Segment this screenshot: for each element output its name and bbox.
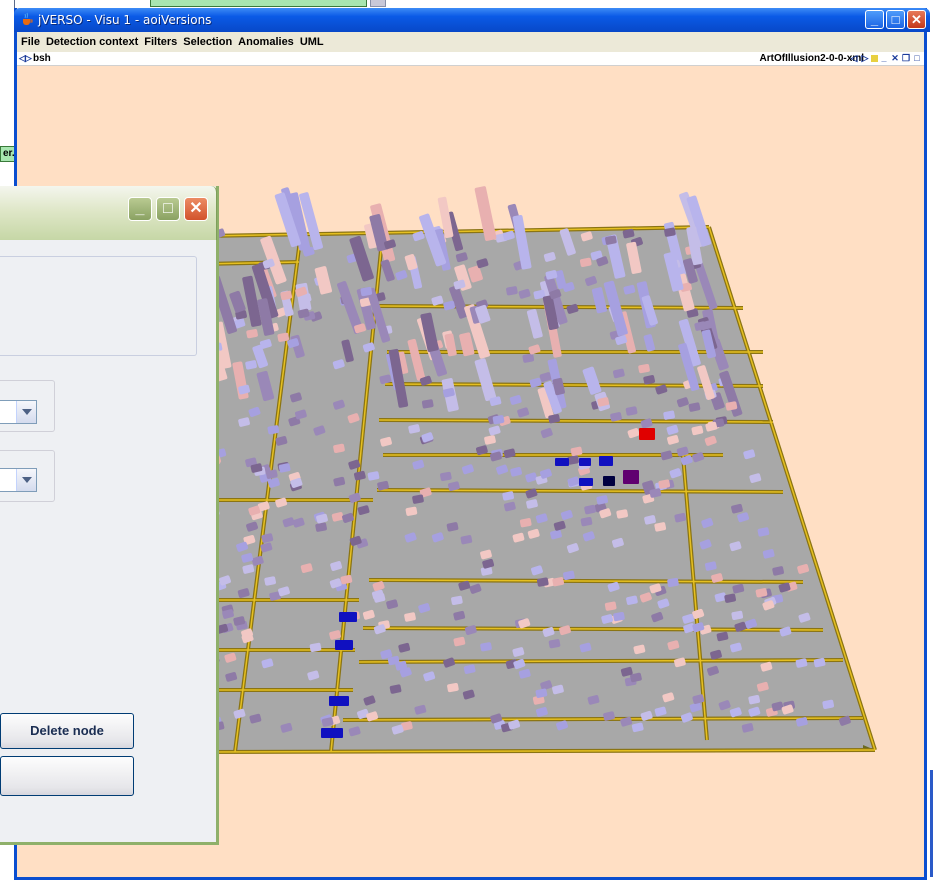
dialog-maximize-button[interactable]: □ [156,197,180,221]
close-icon: ✕ [911,12,922,27]
tab-close-icon[interactable]: ✕ [890,53,900,63]
close-icon: ✕ [189,200,203,217]
dialog-secondary-button[interactable] [0,756,134,796]
dialog-minimize-button[interactable]: _ [128,197,152,221]
menu-uml[interactable]: UML [297,32,327,52]
tab-bsh[interactable]: bsh [33,52,51,65]
background-scrollbar [370,0,386,7]
chevron-down-icon[interactable] [16,401,36,423]
highlighted-class-3 [599,456,613,466]
highlighted-class-7 [339,612,357,622]
menu-anomalies[interactable]: Anomalies [235,32,297,52]
minimize-icon: _ [870,12,879,27]
close-button[interactable]: ✕ [907,10,926,29]
minimize-button[interactable]: _ [865,10,884,29]
menu-detection-context[interactable]: Detection context [43,32,141,52]
highlighted-class-4 [579,478,593,486]
tab-next-icon[interactable]: ▷ [860,53,870,63]
highlighted-class-1 [555,458,569,466]
minimize-icon: _ [135,200,145,217]
dialog-close-button[interactable]: ✕ [184,197,208,221]
maximize-icon: □ [891,12,900,27]
java-cup-icon [23,12,33,25]
highlighted-class-2 [579,458,591,466]
highlighted-class-8 [335,640,353,650]
menu-bar: File Detection context Filters Selection Ano… [17,32,924,52]
combo-select-2[interactable] [0,468,37,492]
tab-scroll-arrows-icon[interactable]: ◁▷ [19,52,32,65]
tab-lock-icon[interactable] [871,55,878,62]
dialog-title-bar[interactable]: _ □ ✕ [0,186,217,240]
tab-restore-icon[interactable]: ❐ [901,53,911,63]
view-tab-strip: ◁▷ bsh ArtOfIllusion2-0-0-xml ◁ ▷ _ ✕ ❐ … [17,52,924,66]
menu-filters[interactable]: Filters [141,32,180,52]
delete-node-button[interactable]: Delete node [0,713,134,749]
background-window-strip [150,0,367,7]
tab-maximize-icon[interactable]: □ [912,53,922,63]
combo-select-1[interactable] [0,400,37,424]
menu-selection[interactable]: Selection [180,32,235,52]
highlighted-class-10 [321,728,343,738]
node-dialog-window: _ □ ✕ Delete node [0,186,219,845]
highlighted-class-6 [623,470,639,484]
menu-file[interactable]: File [17,32,43,52]
tab-prev-icon[interactable]: ◁ [849,53,859,63]
main-window-title: jVERSO - Visu 1 - aoiVersions [38,13,212,27]
highlighted-class-0 [639,428,655,440]
tab-minimize-icon[interactable]: _ [879,53,889,63]
maximize-button[interactable]: □ [886,10,905,29]
dialog-group-box [0,256,197,356]
chevron-down-icon[interactable] [16,469,36,491]
dialog-body: Delete node [0,240,216,842]
highlighted-class-5 [603,476,615,486]
maximize-icon: □ [163,200,173,217]
main-title-bar[interactable]: jVERSO - Visu 1 - aoiVersions _ □ ✕ [14,8,930,32]
highlighted-class-9 [329,696,349,706]
